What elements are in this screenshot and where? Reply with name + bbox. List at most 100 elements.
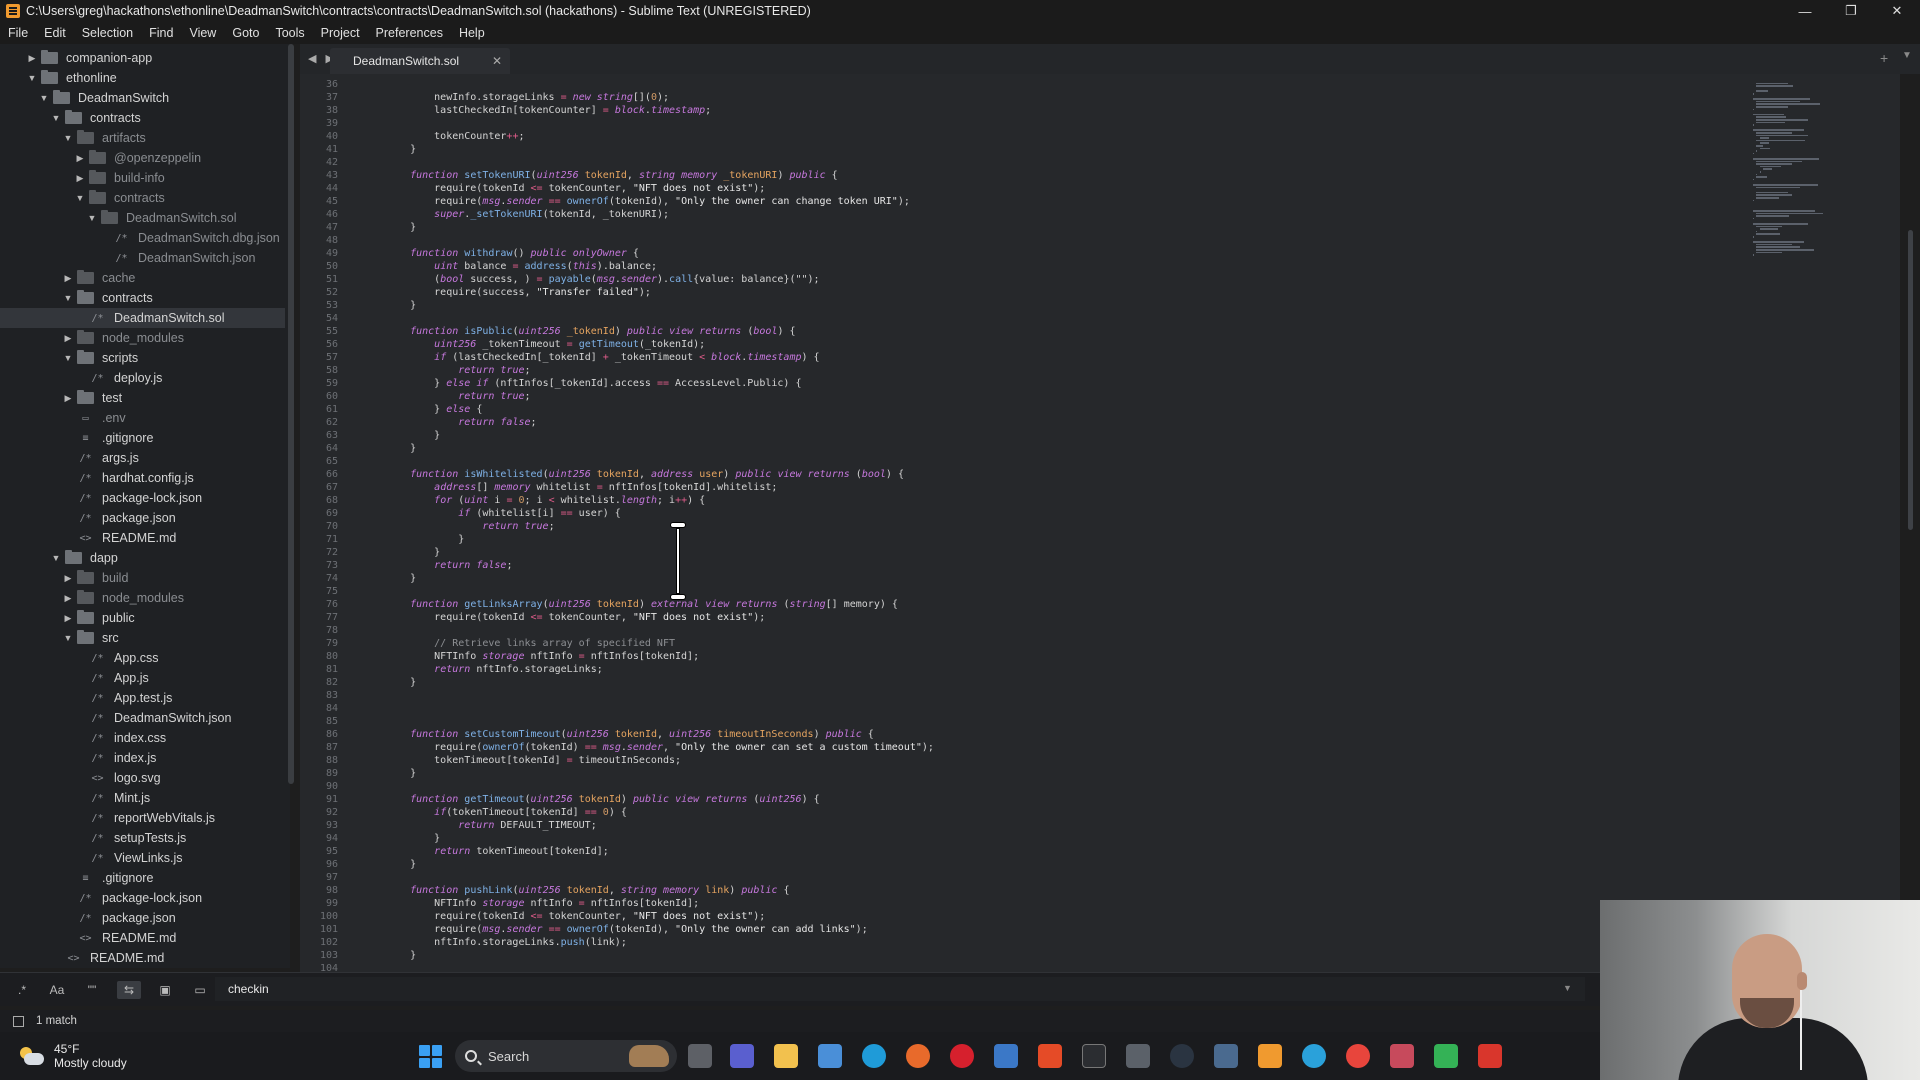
sidebar-file[interactable]: /* App.test.js <box>0 688 285 708</box>
code-line[interactable]: 55 function isPublic (uint256 _tokenId) p… <box>300 325 1700 338</box>
tab-deadmanswitch-sol[interactable]: DeadmanSwitch.sol ✕ <box>330 48 510 74</box>
code-line[interactable]: 40 tokenCounter++; <box>300 130 1700 143</box>
sidebar-folder[interactable]: ▼ contracts <box>0 188 285 208</box>
code-line[interactable]: 93 return DEFAULT_TIMEOUT; <box>300 819 1700 832</box>
sidebar-file[interactable]: ▭ .env <box>0 408 285 428</box>
sidebar-file[interactable]: /* package.json <box>0 508 285 528</box>
code-line[interactable]: 44 require(tokenId <= tokenCounter, "NFT… <box>300 182 1700 195</box>
sidebar-file[interactable]: /* App.css <box>0 648 285 668</box>
find-history-chevron-icon[interactable]: ▼ <box>1563 983 1572 993</box>
code-line[interactable]: 54 <box>300 312 1700 325</box>
sidebar-file[interactable]: /* index.css <box>0 728 285 748</box>
sidebar-file[interactable]: /* deploy.js <box>0 368 285 388</box>
recorder-icon[interactable] <box>1478 1044 1502 1068</box>
chevron-right-icon[interactable]: ▶ <box>26 53 38 64</box>
code-line[interactable]: 99 NFTInfo storage nftInfo = nftInfos[to… <box>300 897 1700 910</box>
chevron-right-icon[interactable]: ▶ <box>62 333 74 344</box>
code-line[interactable]: 38 lastCheckedIn[tokenCounter] = block.t… <box>300 104 1700 117</box>
tab-menu-chevron-icon[interactable]: ▼ <box>1902 50 1912 61</box>
notepad-icon[interactable] <box>994 1044 1018 1068</box>
code-line[interactable]: 59 } else if (nftInfos[_tokenId].access … <box>300 377 1700 390</box>
chevron-down-icon[interactable]: ▼ <box>86 213 98 223</box>
wrap-toggle[interactable]: ⇆ <box>117 981 141 999</box>
chevron-down-icon[interactable]: ▼ <box>62 293 74 303</box>
sidebar-file[interactable]: /* App.js <box>0 668 285 688</box>
code-line[interactable]: 81 return nftInfo.storageLinks; <box>300 663 1700 676</box>
in-selection-toggle[interactable]: ▣ <box>153 981 177 999</box>
terminal-icon[interactable] <box>1082 1044 1106 1068</box>
telegram-icon[interactable] <box>1302 1044 1326 1068</box>
sidebar-folder[interactable]: ▶ test <box>0 388 285 408</box>
code-line[interactable]: 57 if (lastCheckedIn[_tokenId] + _tokenT… <box>300 351 1700 364</box>
tab-close-icon[interactable]: ✕ <box>492 48 502 74</box>
chevron-down-icon[interactable]: ▼ <box>62 633 74 643</box>
firefox-icon[interactable] <box>906 1044 930 1068</box>
sidebar-file[interactable]: /* package-lock.json <box>0 888 285 908</box>
chevron-right-icon[interactable]: ▶ <box>62 393 74 404</box>
code-line[interactable]: 63 } <box>300 429 1700 442</box>
code-line[interactable]: 91 function getTimeout(uint256 tokenId) … <box>300 793 1700 806</box>
close-window-button[interactable]: ✕ <box>1874 0 1920 22</box>
windows-start-icon[interactable] <box>419 1045 442 1068</box>
code-line[interactable]: 76 function getLinksArray (uint256 tokenI… <box>300 598 1700 611</box>
code-line[interactable]: 75 <box>300 585 1700 598</box>
task-view-icon[interactable] <box>688 1044 712 1068</box>
menu-goto[interactable]: Goto <box>224 22 267 44</box>
code-line[interactable]: 41 } <box>300 143 1700 156</box>
menu-tools[interactable]: Tools <box>267 22 312 44</box>
code-line[interactable]: 92 if(tokenTimeout[tokenId] == 0) { <box>300 806 1700 819</box>
code-line[interactable]: 70 return true; <box>300 520 1700 533</box>
code-line[interactable]: 46 super._setTokenURI(tokenId, _tokenURI… <box>300 208 1700 221</box>
code-line[interactable]: 42 <box>300 156 1700 169</box>
chevron-down-icon[interactable]: ▼ <box>62 353 74 363</box>
code-line[interactable]: 83 <box>300 689 1700 702</box>
chevron-down-icon[interactable]: ▼ <box>62 133 74 143</box>
editor-scrollbar[interactable] <box>1908 230 1913 530</box>
code-line[interactable]: 80 NFTInfo storage nftInfo = nftInfos[to… <box>300 650 1700 663</box>
code-line[interactable]: 101 require(msg.sender == ownerOf(tokenI… <box>300 923 1700 936</box>
chevron-right-icon[interactable]: ▶ <box>62 273 74 284</box>
code-line[interactable]: 62 return false; <box>300 416 1700 429</box>
minimize-button[interactable]: — <box>1782 0 1828 22</box>
chevron-right-icon[interactable]: ▶ <box>62 573 74 584</box>
code-line[interactable]: 36 <box>300 78 1700 91</box>
sidebar-folder[interactable]: ▼ contracts <box>0 108 285 128</box>
sidebar-folder[interactable]: ▶ companion-app <box>0 48 285 68</box>
snipping-tool-icon[interactable] <box>1390 1044 1414 1068</box>
sidebar-file[interactable]: <> README.md <box>0 928 285 948</box>
code-line[interactable]: 94 } <box>300 832 1700 845</box>
code-line[interactable]: 68 for (uint i = 0; i < whitelist.length… <box>300 494 1700 507</box>
sidebar-file[interactable]: <> README.md <box>0 528 285 548</box>
code-line[interactable]: 48 <box>300 234 1700 247</box>
code-line[interactable]: 77 require(tokenId <= tokenCounter, "NFT… <box>300 611 1700 624</box>
regex-toggle[interactable]: .* <box>10 981 34 999</box>
code-line[interactable]: 84 <box>300 702 1700 715</box>
sidebar-folder[interactable]: ▼ scripts <box>0 348 285 368</box>
sidebar-file[interactable]: <> logo.svg <box>0 768 285 788</box>
sidebar-file[interactable]: ≡ .gitignore <box>0 428 285 448</box>
sidebar-file[interactable]: /* hardhat.config.js <box>0 468 285 488</box>
chevron-down-icon[interactable]: ▼ <box>26 73 38 83</box>
code-line[interactable]: 45 require(msg.sender == ownerOf(tokenId… <box>300 195 1700 208</box>
code-line[interactable]: 47 } <box>300 221 1700 234</box>
code-line[interactable]: 73 return false; <box>300 559 1700 572</box>
code-line[interactable]: 96 } <box>300 858 1700 871</box>
code-line[interactable]: 60 return true; <box>300 390 1700 403</box>
weather-widget[interactable]: 45°F Mostly cloudy <box>18 1042 127 1070</box>
code-line[interactable]: 86 function setCustomTimeout(uint256 tok… <box>300 728 1700 741</box>
sidebar-file[interactable]: /* Mint.js <box>0 788 285 808</box>
sidebar-folder[interactable]: ▶ build-info <box>0 168 285 188</box>
sidebar-folder[interactable]: ▼ DeadmanSwitch <box>0 88 285 108</box>
code-line[interactable]: 82 } <box>300 676 1700 689</box>
menu-preferences[interactable]: Preferences <box>368 22 451 44</box>
sublime-text-taskbar-icon[interactable] <box>1258 1044 1282 1068</box>
code-line[interactable]: 67 address[] memory whitelist = nftInfos… <box>300 481 1700 494</box>
menu-view[interactable]: View <box>181 22 224 44</box>
sidebar-file[interactable]: /* args.js <box>0 448 285 468</box>
menu-find[interactable]: Find <box>141 22 181 44</box>
sidebar-folder[interactable]: ▶ @openzeppelin <box>0 148 285 168</box>
sidebar-file[interactable]: /* index.js <box>0 748 285 768</box>
sidebar-file[interactable]: /* DeadmanSwitch.dbg.json <box>0 228 285 248</box>
chevron-right-icon[interactable]: ▶ <box>74 173 86 184</box>
code-line[interactable]: 69 if (whitelist[i] == user) { <box>300 507 1700 520</box>
